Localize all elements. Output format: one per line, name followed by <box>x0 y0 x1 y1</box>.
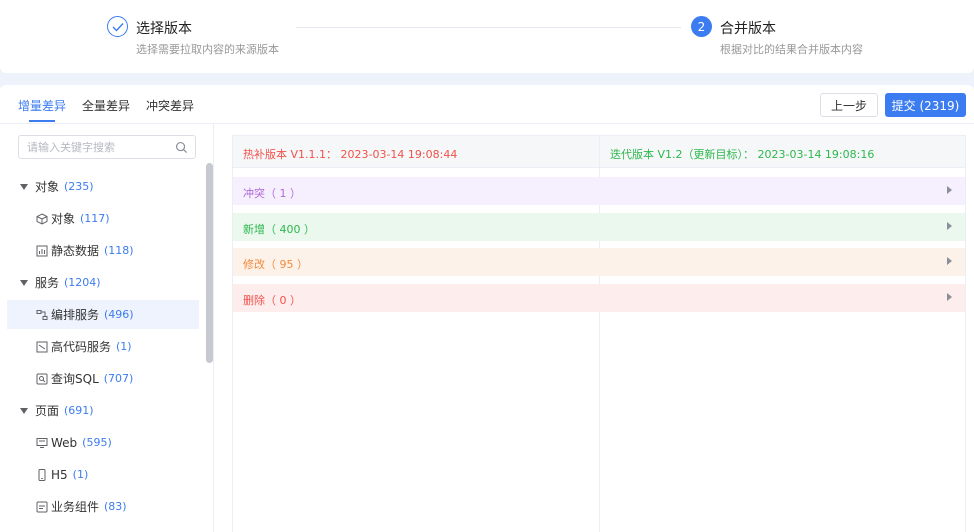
step-description: 根据对比的结果合并版本内容 <box>720 43 863 56</box>
tree-count: (118) <box>104 244 134 257</box>
submit-button[interactable]: 提交 (2319) <box>885 93 966 117</box>
tree-label: 业务组件 <box>51 500 100 514</box>
tree-label: 编排服务 <box>51 308 100 322</box>
flow-icon <box>36 309 48 320</box>
caret-right-icon[interactable] <box>947 222 952 230</box>
cube-icon <box>36 212 48 225</box>
steps-header: 选择版本 选择需要拉取内容的来源版本 2 合并版本 根据对比的结果合并版本内容 <box>0 0 974 73</box>
sql-icon <box>36 373 48 384</box>
tree-label: 对象 <box>35 180 60 194</box>
tree-count: (1) <box>116 340 132 353</box>
prev-step-button[interactable]: 上一步 <box>820 93 878 117</box>
mobile-icon <box>38 468 46 481</box>
caret-down-icon[interactable] <box>20 279 28 286</box>
search-input[interactable] <box>27 140 175 154</box>
caret-right-icon[interactable] <box>947 293 952 301</box>
tree-label: 高代码服务 <box>51 340 112 354</box>
tree-label: 静态数据 <box>51 244 100 258</box>
tree-label: H5 <box>51 467 68 482</box>
tree-count: (707) <box>103 372 134 385</box>
tab-full-diff[interactable]: 全量差异 <box>82 97 130 114</box>
tree-group-objects[interactable]: 对象 (235) <box>7 172 199 201</box>
diff-comparison: 热补版本 V1.1.1： 2023-03-14 19:08:44 迭代版本 V1… <box>232 135 966 532</box>
target-version-header: 迭代版本 V1.2（更新目标）： 2023-03-14 19:08:16 <box>610 148 875 161</box>
diff-row-deleted[interactable]: 删除（ 0 ） <box>233 284 965 312</box>
tree-item-orchestration-service[interactable]: 编排服务 (496) <box>7 300 199 329</box>
caret-down-icon[interactable] <box>20 183 28 190</box>
merge-panel: 增量差异 全量差异 冲突差异 上一步 提交 (2319) 对象 (235) 对象… <box>0 85 974 532</box>
tree-count: (1) <box>72 468 89 481</box>
tree-group-pages[interactable]: 页面 (691) <box>7 396 199 425</box>
step-title: 合并版本 <box>720 21 776 37</box>
tree-label: 页面 <box>35 404 60 418</box>
tree-count: (117) <box>80 212 110 225</box>
diff-row-label: 删除（ 0 ） <box>243 294 301 307</box>
tree-count: (1204) <box>64 276 101 289</box>
tree-count: (691) <box>64 404 94 417</box>
step-title: 选择版本 <box>136 21 192 37</box>
caret-down-icon[interactable] <box>20 407 28 414</box>
tab-conflict-diff[interactable]: 冲突差异 <box>146 97 194 114</box>
source-version-header: 热补版本 V1.1.1： 2023-03-14 19:08:44 <box>243 148 458 161</box>
active-tab-indicator <box>29 120 55 122</box>
tree-item-high-code-service[interactable]: 高代码服务 (1) <box>7 332 199 361</box>
sidebar-scrollbar[interactable] <box>206 163 213 363</box>
chart-icon <box>36 245 48 256</box>
tree-label: 服务 <box>35 276 60 290</box>
caret-right-icon[interactable] <box>947 186 952 194</box>
tree-group-services[interactable]: 服务 (1204) <box>7 268 199 297</box>
tree-item-object[interactable]: 对象 (117) <box>7 204 199 233</box>
diff-row-label: 冲突（ 1 ） <box>243 187 301 200</box>
check-icon <box>107 16 128 37</box>
diff-row-label: 新增（ 400 ） <box>243 223 315 236</box>
step-connector <box>296 27 681 28</box>
monitor-icon <box>36 437 48 448</box>
tree-item-web[interactable]: Web (595) <box>7 428 199 457</box>
diff-row-conflict[interactable]: 冲突（ 1 ） <box>233 177 965 205</box>
resource-tree-sidebar: 对象 (235) 对象 (117) 静态数据 (118) 服务 (1204) 编… <box>0 124 214 532</box>
component-icon <box>36 501 48 512</box>
diff-row-label: 修改（ 95 ） <box>243 258 308 271</box>
search-icon[interactable] <box>175 141 188 154</box>
tree-label: 查询SQL <box>51 372 99 386</box>
tree-count: (83) <box>104 500 127 513</box>
step-description: 选择需要拉取内容的来源版本 <box>136 43 279 56</box>
tree-count: (235) <box>64 180 94 193</box>
tab-incremental-diff[interactable]: 增量差异 <box>18 97 66 114</box>
search-field[interactable] <box>18 135 196 159</box>
tree-item-business-component[interactable]: 业务组件 (83) <box>7 492 199 521</box>
tree-item-h5[interactable]: H5 (1) <box>7 460 199 489</box>
diff-tabs: 增量差异 全量差异 冲突差异 上一步 提交 (2319) <box>0 85 974 124</box>
step-number: 2 <box>691 16 712 37</box>
tree-label: Web <box>51 435 78 450</box>
tree-count: (595) <box>82 436 112 449</box>
tree-label: 对象 <box>51 212 76 226</box>
diff-row-modified[interactable]: 修改（ 95 ） <box>233 248 965 276</box>
diff-row-added[interactable]: 新增（ 400 ） <box>233 213 965 241</box>
tree-item-static-data[interactable]: 静态数据 (118) <box>7 236 199 265</box>
tree-item-query-sql[interactable]: 查询SQL (707) <box>7 364 199 393</box>
tree-count: (496) <box>104 308 134 321</box>
caret-right-icon[interactable] <box>947 257 952 265</box>
code-icon <box>36 341 48 352</box>
